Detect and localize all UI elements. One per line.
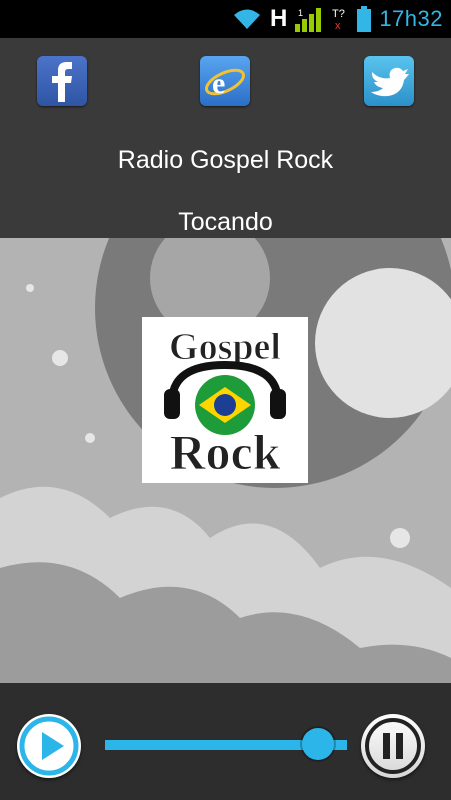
station-name: Radio Gospel Rock xyxy=(117,146,334,174)
pause-icon xyxy=(365,718,421,774)
signal-icon: 1 xyxy=(295,0,323,38)
sim-missing-icon: T? x xyxy=(331,0,349,38)
internet-explorer-icon[interactable]: e xyxy=(200,56,250,106)
social-links: e xyxy=(0,56,451,108)
status-bar: H 1 T? x 17h32 xyxy=(0,0,451,38)
twitter-icon[interactable] xyxy=(364,56,414,106)
clock: 17h32 xyxy=(379,6,443,31)
pause-button[interactable] xyxy=(361,714,425,778)
wifi-icon xyxy=(232,0,262,38)
player-controls xyxy=(0,683,451,800)
facebook-icon[interactable] xyxy=(37,56,87,106)
play-button[interactable] xyxy=(17,714,81,778)
logo-bottom-text: Rock xyxy=(169,424,280,480)
svg-text:T?: T? xyxy=(332,8,345,20)
playback-status: Tocando xyxy=(178,208,273,236)
progress-slider-thumb[interactable] xyxy=(301,728,334,760)
header: e Radio Gospel Rock Tocando xyxy=(0,38,451,238)
artwork-area: Gospel Rock xyxy=(0,238,451,683)
svg-text:1: 1 xyxy=(298,8,303,18)
play-icon xyxy=(19,716,79,776)
svg-text:e: e xyxy=(212,67,225,100)
station-logo: Gospel Rock xyxy=(142,317,308,483)
svg-text:x: x xyxy=(335,20,341,31)
battery-icon xyxy=(357,0,372,38)
network-type-label: H xyxy=(269,5,288,32)
